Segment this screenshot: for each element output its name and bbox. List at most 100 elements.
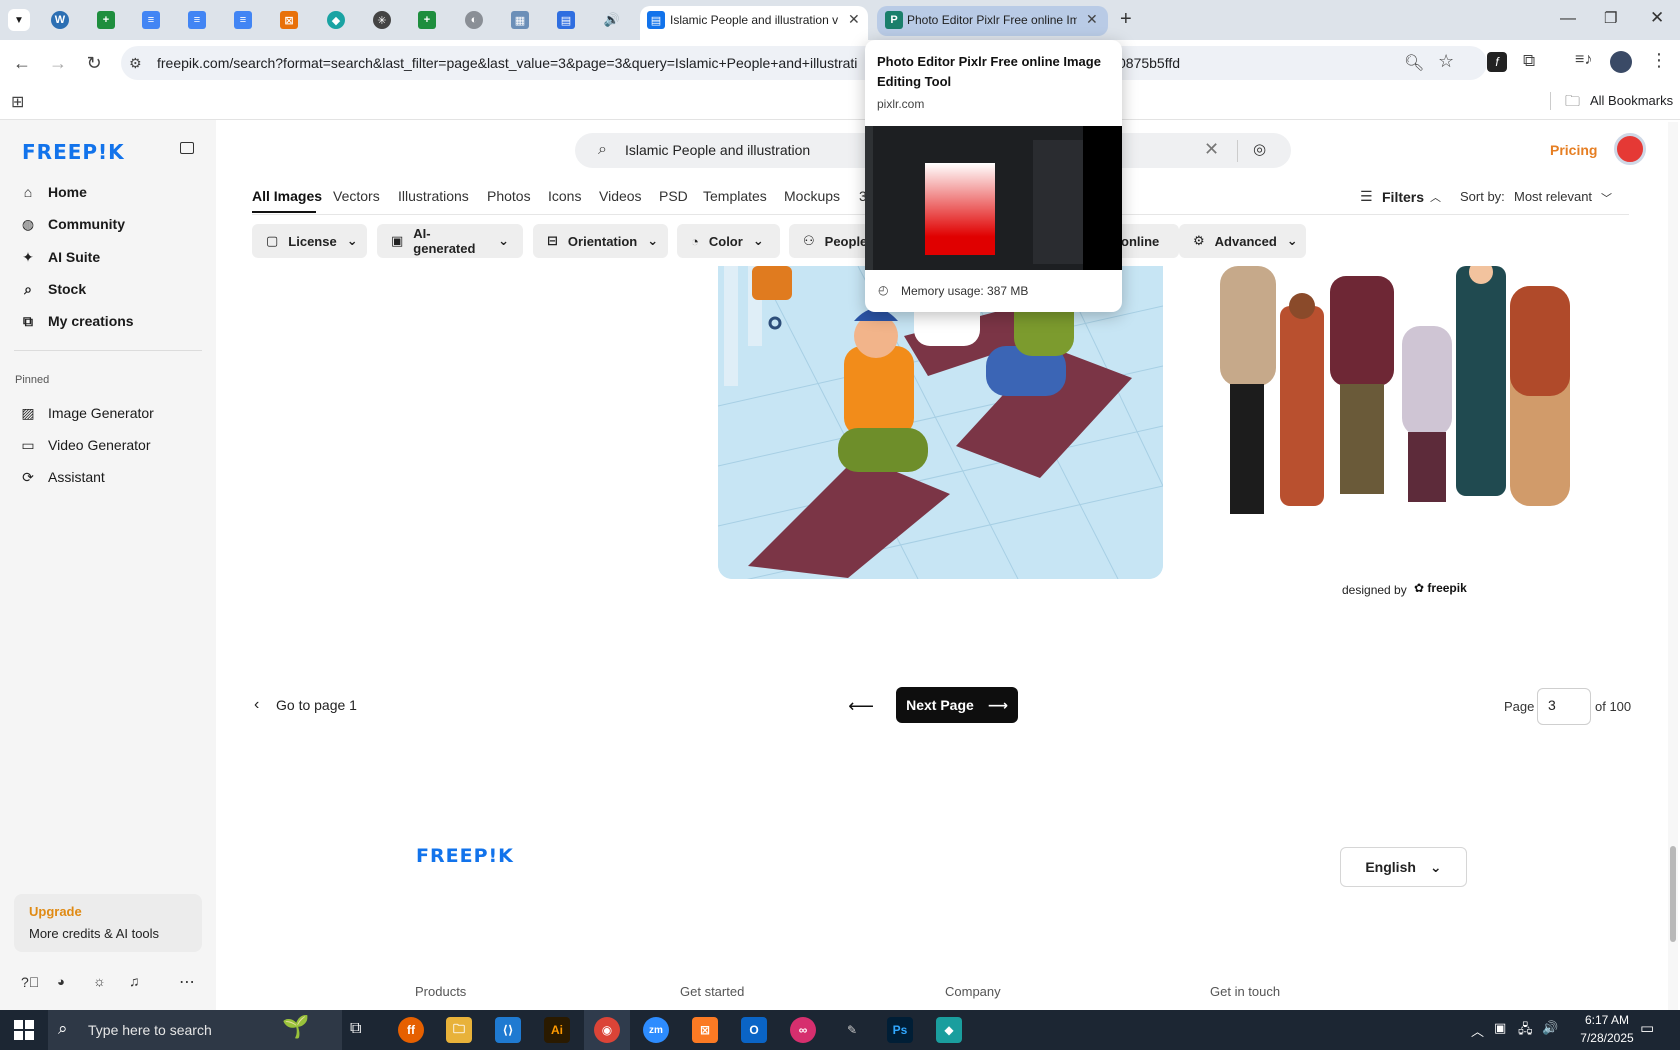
tab-illustrations[interactable]: Illustrations (398, 188, 469, 204)
result-image-people[interactable] (1210, 260, 1610, 542)
tray-display-icon[interactable]: ▣ (1494, 1020, 1506, 1036)
collapse-sidebar-icon[interactable] (180, 142, 194, 154)
footer-logo[interactable]: FREEP!K (416, 845, 514, 867)
tab-favicon-globe[interactable]: ◐ (465, 11, 483, 29)
language-select[interactable]: English ⌄ (1340, 847, 1467, 887)
help-icon[interactable]: ?⃝ (21, 974, 39, 990)
forward-icon[interactable]: → (46, 51, 70, 75)
clear-search-icon[interactable]: ✕ (1204, 139, 1219, 160)
file-explorer-icon[interactable]: 🗀 (446, 1017, 472, 1043)
sidebar-item-my-creations[interactable]: ⧉ My creations (20, 313, 134, 330)
tray-chevron-icon[interactable]: ︿ (1471, 1021, 1484, 1040)
reload-icon[interactable]: ↻ (82, 51, 106, 75)
tab-vectors[interactable]: Vectors (333, 188, 380, 204)
more-icon[interactable]: ⋯ (179, 972, 195, 992)
creative-cloud-icon[interactable]: ∞ (790, 1017, 816, 1043)
windows-start-icon[interactable] (14, 1020, 34, 1040)
tab-favicon-audio[interactable]: 🔊 (603, 11, 621, 29)
sidebar-item-home[interactable]: ⌂ Home (20, 184, 87, 200)
tab-favicon-docs[interactable]: ▤ (557, 11, 575, 29)
upgrade-card[interactable] (14, 894, 202, 952)
all-bookmarks-label[interactable]: All Bookmarks (1590, 93, 1673, 108)
tab-mockups[interactable]: Mockups (784, 188, 840, 204)
restore-icon[interactable]: ❐ (1604, 9, 1617, 27)
photoshop-icon[interactable]: Ps (887, 1017, 913, 1043)
app-teal-icon[interactable]: ◆ (936, 1017, 962, 1043)
zoom-app-icon[interactable]: zm (643, 1017, 669, 1043)
taskbar-search-placeholder[interactable]: Type here to search (88, 1022, 212, 1038)
zoom-icon[interactable]: 🔍︎ (1404, 53, 1424, 73)
scrollbar-thumb[interactable] (1670, 846, 1676, 942)
tab-favicon-sheets[interactable]: + (97, 11, 115, 29)
tab-all-images[interactable]: All Images (252, 188, 322, 204)
sidebar-item-image-generator[interactable]: ▨ Image Generator (20, 405, 153, 422)
tab-psd[interactable]: PSD (659, 188, 688, 204)
filter-color[interactable]: ◔ Color ⌄ (677, 224, 780, 258)
new-tab-button[interactable]: + (1120, 8, 1132, 31)
discord-icon[interactable]: ◕ (57, 974, 65, 989)
xampp-icon[interactable]: ⊠ (692, 1017, 718, 1043)
freepik-logo[interactable]: FREEP!K (22, 140, 125, 164)
tab-favicon-orange[interactable]: ⊠ (280, 11, 298, 29)
page-number-input[interactable]: 3 (1537, 688, 1591, 725)
tab-templates[interactable]: Templates (703, 188, 767, 204)
extension-f-icon[interactable]: f (1487, 52, 1507, 72)
pricing-link[interactable]: Pricing (1550, 142, 1597, 158)
chrome-icon[interactable]: ◉ (594, 1017, 620, 1043)
minimize-icon[interactable]: — (1560, 10, 1576, 28)
filter-advanced[interactable]: ⚙ Advanced ⌄ (1179, 224, 1306, 258)
filters-toggle[interactable]: Filters (1382, 189, 1424, 205)
go-to-first-page[interactable]: Go to page 1 (276, 697, 357, 713)
profile-avatar[interactable] (1610, 51, 1632, 73)
close-icon[interactable]: ✕ (1086, 11, 1098, 28)
sidebar-item-ai-suite[interactable]: ✦ AI Suite (20, 249, 100, 266)
apps-grid-icon[interactable]: ⊞ (11, 92, 24, 112)
tab-icons[interactable]: Icons (548, 188, 581, 204)
filter-orientation[interactable]: ⊟ Orientation ⌄ (533, 224, 668, 258)
window-close-icon[interactable]: ✕ (1650, 8, 1664, 28)
outlook-icon[interactable]: O (741, 1017, 767, 1043)
tab-search-button[interactable]: ▼ (8, 9, 30, 31)
back-icon[interactable]: ← (10, 51, 34, 75)
url-text[interactable]: freepik.com/search?format=search&last_fi… (157, 55, 857, 71)
media-controls-icon[interactable]: ≡♪ (1575, 51, 1592, 69)
theme-icon[interactable]: ☼ (93, 973, 106, 989)
tab-videos[interactable]: Videos (599, 188, 642, 204)
notifications-icon[interactable]: ♫ (129, 973, 140, 989)
illustrator-icon[interactable]: Ai (544, 1017, 570, 1043)
result-image-prayer[interactable] (718, 266, 1163, 579)
previous-page-button[interactable]: ⟵ (843, 688, 879, 724)
clock-time[interactable]: 6:17 AM (1574, 1013, 1640, 1027)
tray-volume-icon[interactable]: 🔊 (1542, 1020, 1558, 1036)
clock-date[interactable]: 7/28/2025 (1568, 1031, 1646, 1045)
extensions-icon[interactable]: ⧉ (1523, 51, 1535, 71)
chevron-left-icon[interactable]: ‹ (254, 696, 259, 714)
tab-favicon-docs[interactable]: ≡ (188, 11, 206, 29)
tab-favicon-openai[interactable]: ✳ (373, 11, 391, 29)
pen-tool-icon[interactable]: ✎ (839, 1017, 865, 1043)
firefox-icon[interactable]: ff (398, 1017, 424, 1043)
tab-favicon-docs[interactable]: ≡ (234, 11, 252, 29)
filter-ai-generated[interactable]: ▣ AI-generated ⌄ (377, 224, 523, 258)
user-avatar[interactable] (1614, 133, 1646, 165)
sort-select[interactable]: Most relevant (1514, 189, 1592, 204)
tab-favicon-wordpress[interactable]: W (51, 11, 69, 29)
tray-network-icon[interactable]: 🖧 (1518, 1020, 1533, 1042)
camera-icon[interactable]: ◎ (1253, 140, 1266, 158)
bookmark-star-icon[interactable]: ☆ (1438, 51, 1454, 72)
vscode-icon[interactable]: ⟨⟩ (495, 1017, 521, 1043)
menu-kebab-icon[interactable]: ⋮ (1650, 50, 1668, 71)
tab-favicon-qr[interactable]: ▦ (511, 11, 529, 29)
search-input[interactable]: Islamic People and illustration (625, 142, 810, 158)
close-icon[interactable]: ✕ (848, 11, 860, 28)
site-info-icon[interactable]: ⚙ (129, 55, 142, 72)
next-page-button[interactable]: Next Page ⟶ (896, 687, 1018, 723)
sidebar-item-video-generator[interactable]: ▭ Video Generator (20, 437, 150, 454)
sidebar-item-stock[interactable]: ⌕ Stock (20, 281, 86, 298)
tab-photos[interactable]: Photos (487, 188, 531, 204)
sidebar-item-community[interactable]: ◍ Community (20, 216, 125, 233)
tab-favicon-sheets[interactable]: + (418, 11, 436, 29)
filter-license[interactable]: ▢ License ⌄ (252, 224, 367, 258)
tab-favicon-teal[interactable]: ◆ (327, 11, 345, 29)
tab-favicon-docs[interactable]: ≡ (142, 11, 160, 29)
